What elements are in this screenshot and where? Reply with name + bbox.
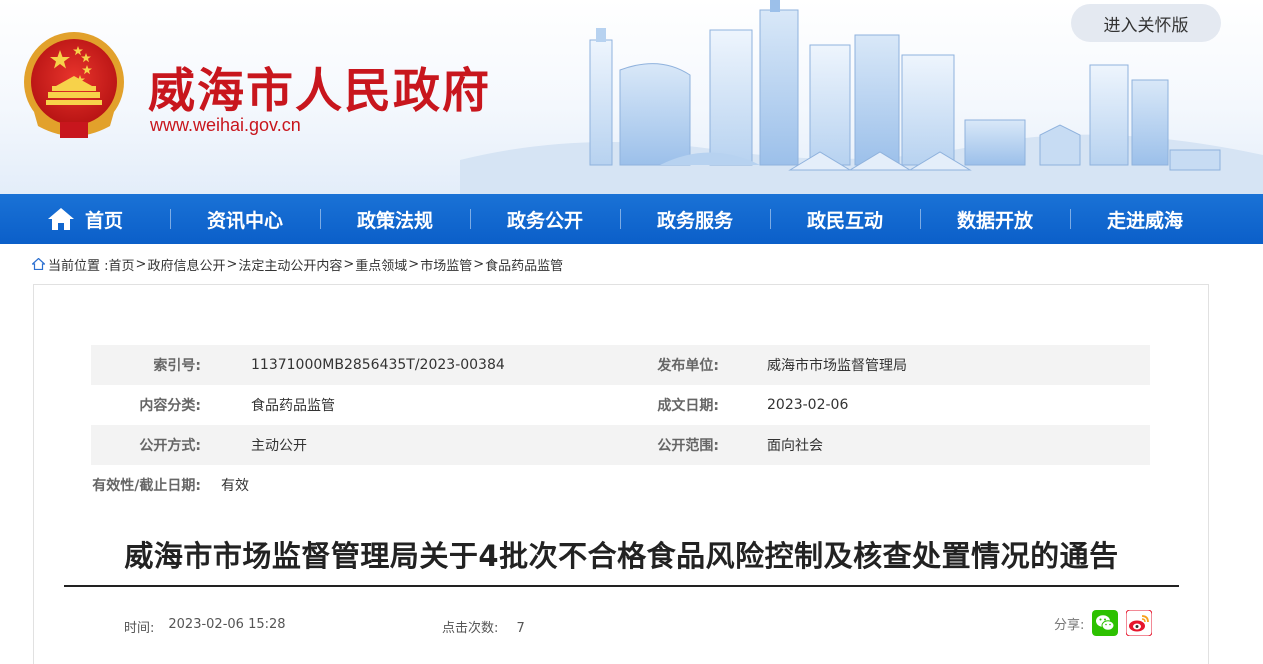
site-url: www.weihai.gov.cn <box>150 115 301 135</box>
nav-item-policy[interactable]: 政策法规 <box>320 194 470 244</box>
metadata-row: 有效性/截止日期: 有效 <box>91 465 1150 505</box>
publisher-label: 发布单位: <box>657 358 719 374</box>
national-emblem-icon <box>24 32 124 138</box>
validity-value: 有效 <box>221 478 249 494</box>
breadcrumb-link-statutory[interactable]: 法定主动公开内容 <box>238 255 342 274</box>
index-value: 11371000MB2856435T/2023-00384 <box>251 357 505 373</box>
breadcrumb: 当前位置 : 首页 > 政府信息公开 > 法定主动公开内容 > 重点领域 > 市场监管 >… <box>0 244 1263 284</box>
share-label: 分享: <box>1054 617 1085 633</box>
article-title: 威海市市场监督管理局关于4批次不合格食品风险控制及核查处置情况的通告 <box>124 539 1119 573</box>
nav-item-gov-service[interactable]: 政务服务 <box>620 194 770 244</box>
nav-item-about-weihai[interactable]: 走进威海 <box>1070 194 1220 244</box>
breadcrumb-prefix: 当前位置 : <box>48 258 109 274</box>
nav-item-label: 首页 <box>84 209 123 232</box>
nav-item-open-data[interactable]: 数据开放 <box>920 194 1070 244</box>
weibo-icon[interactable] <box>1126 610 1153 636</box>
metadata-table: 索引号: 11371000MB2856435T/2023-00384 发布单位:… <box>91 345 1150 505</box>
share-bar: 分享: <box>1054 610 1153 636</box>
validity-label: 有效性/截止日期: <box>92 478 201 494</box>
mode-label: 公开方式: <box>139 438 201 454</box>
nav-item-interaction[interactable]: 政民互动 <box>770 194 920 244</box>
header-banner: 威海市人民政府 www.weihai.gov.cn 进入关怀版 <box>0 0 1263 194</box>
time-value: 2023-02-06 15:28 <box>168 617 286 632</box>
breadcrumb-link-home[interactable]: 首页 <box>109 255 135 274</box>
date-label: 成文日期: <box>657 398 719 414</box>
metadata-row: 公开方式: 主动公开 公开范围: 面向社会 <box>91 425 1150 465</box>
breadcrumb-link-market[interactable]: 市场监管 <box>420 255 472 274</box>
scope-label: 公开范围: <box>657 438 719 454</box>
breadcrumb-link-gov-info[interactable]: 政府信息公开 <box>147 255 225 274</box>
index-label: 索引号: <box>153 358 201 374</box>
site-title: 威海市人民政府 <box>148 64 491 119</box>
time-label: 时间: <box>124 621 155 636</box>
clicks-label: 点击次数: <box>442 621 499 636</box>
nav-item-home[interactable]: 首页 <box>0 194 170 244</box>
click-count: 点击次数: 7 <box>442 617 525 636</box>
nav-item-gov-disclosure[interactable]: 政务公开 <box>470 194 620 244</box>
clicks-value: 7 <box>516 621 525 636</box>
title-divider <box>64 585 1179 587</box>
breadcrumb-link-key-areas[interactable]: 重点领域 <box>355 255 407 274</box>
nav-item-news[interactable]: 资讯中心 <box>170 194 320 244</box>
metadata-row: 内容分类: 食品药品监管 成文日期: 2023-02-06 <box>91 385 1150 425</box>
category-label: 内容分类: <box>139 398 201 414</box>
article-container: 索引号: 11371000MB2856435T/2023-00384 发布单位:… <box>33 284 1209 664</box>
date-value: 2023-02-06 <box>767 397 849 413</box>
location-home-icon <box>32 258 45 270</box>
scope-value: 面向社会 <box>767 438 823 454</box>
care-mode-button[interactable]: 进入关怀版 <box>1071 4 1221 42</box>
publisher-value: 威海市市场监督管理局 <box>767 358 907 374</box>
wechat-icon[interactable] <box>1092 610 1119 636</box>
mode-value: 主动公开 <box>251 438 307 454</box>
category-value: 食品药品监管 <box>251 398 335 414</box>
home-icon <box>47 208 74 230</box>
publish-time: 时间: 2023-02-06 15:28 <box>124 617 286 636</box>
breadcrumb-link-food-drug[interactable]: 食品药品监管 <box>485 255 563 274</box>
main-nav: 首页 资讯中心 政策法规 政务公开 政务服务 政民互动 数据开放 走进威海 <box>0 194 1263 244</box>
metadata-row: 索引号: 11371000MB2856435T/2023-00384 发布单位:… <box>91 345 1150 385</box>
